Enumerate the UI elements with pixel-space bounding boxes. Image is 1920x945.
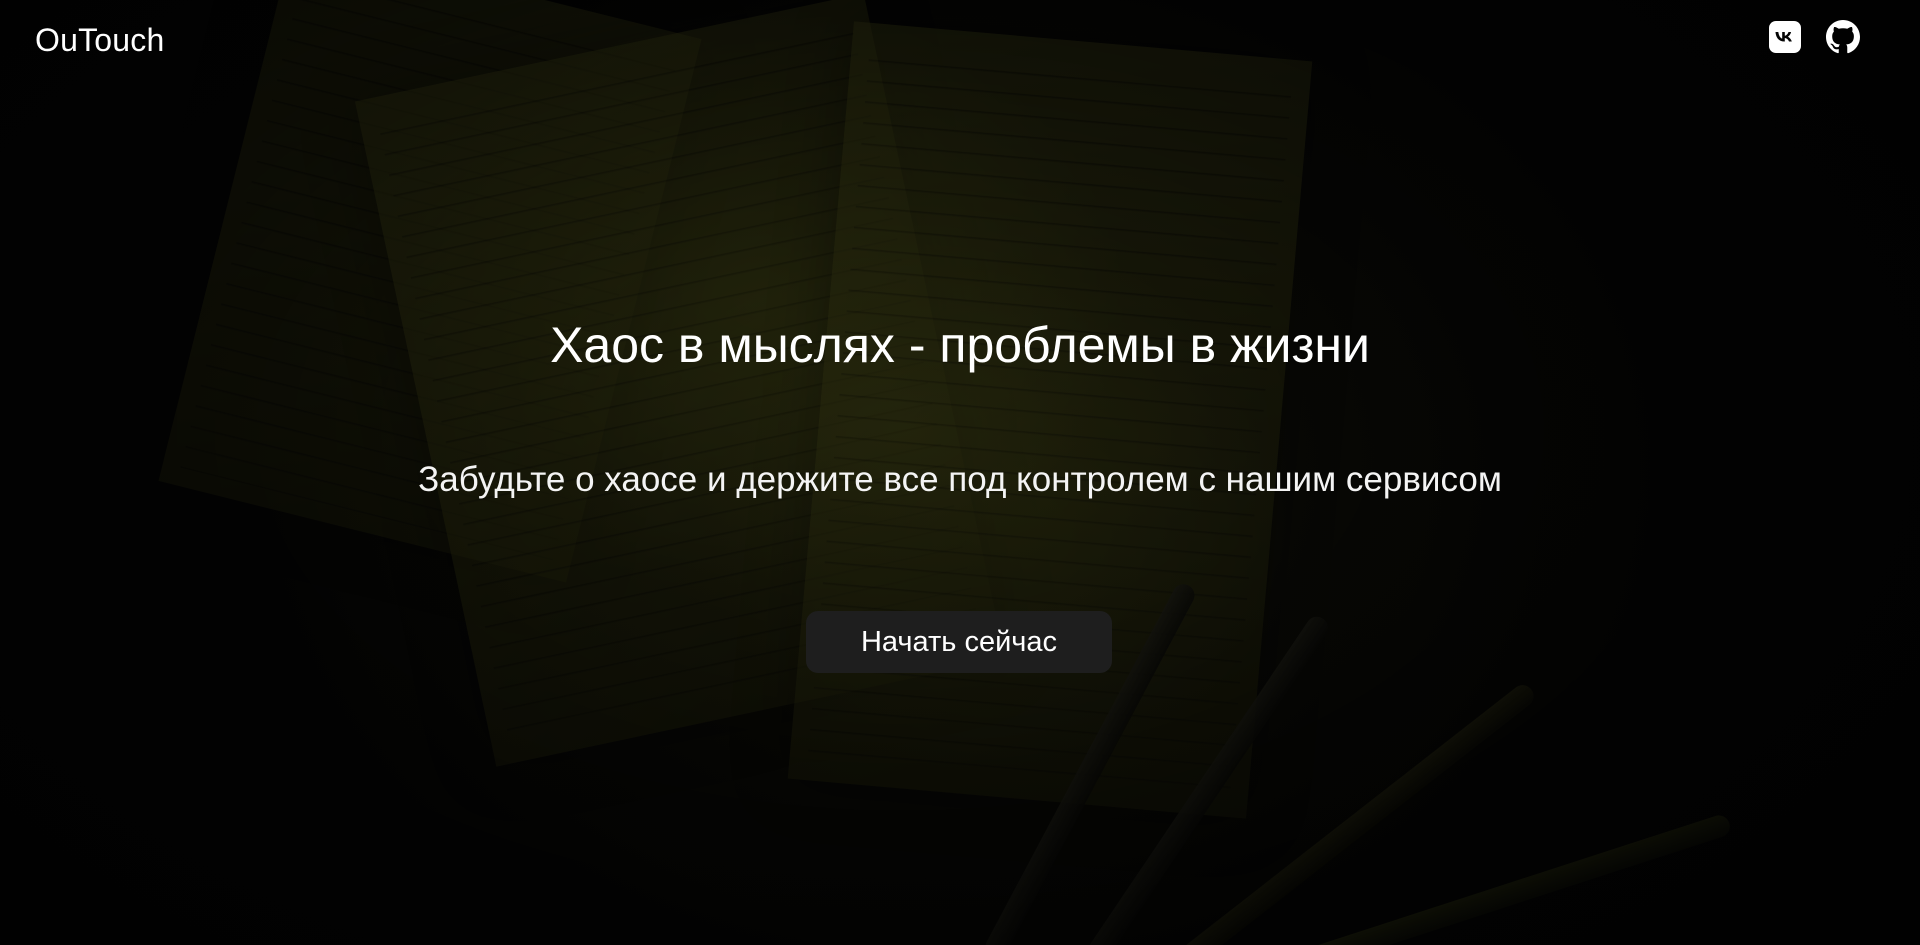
start-now-button[interactable]: Начать сейчас	[806, 611, 1112, 673]
hero-section: OuTouch Хаос в мыслях - проблемы в жизни…	[0, 0, 1920, 945]
hero-headline: Хаос в мыслях - проблемы в жизни	[550, 317, 1370, 373]
github-icon	[1826, 19, 1860, 59]
hero-subheadline: Забудьте о хаосе и держите все под контр…	[418, 460, 1502, 499]
top-navbar: OuTouch	[0, 0, 1920, 80]
github-link[interactable]	[1826, 19, 1860, 59]
vk-icon	[1769, 20, 1801, 58]
vk-link[interactable]	[1768, 20, 1802, 58]
site-logo[interactable]: OuTouch	[35, 22, 164, 59]
